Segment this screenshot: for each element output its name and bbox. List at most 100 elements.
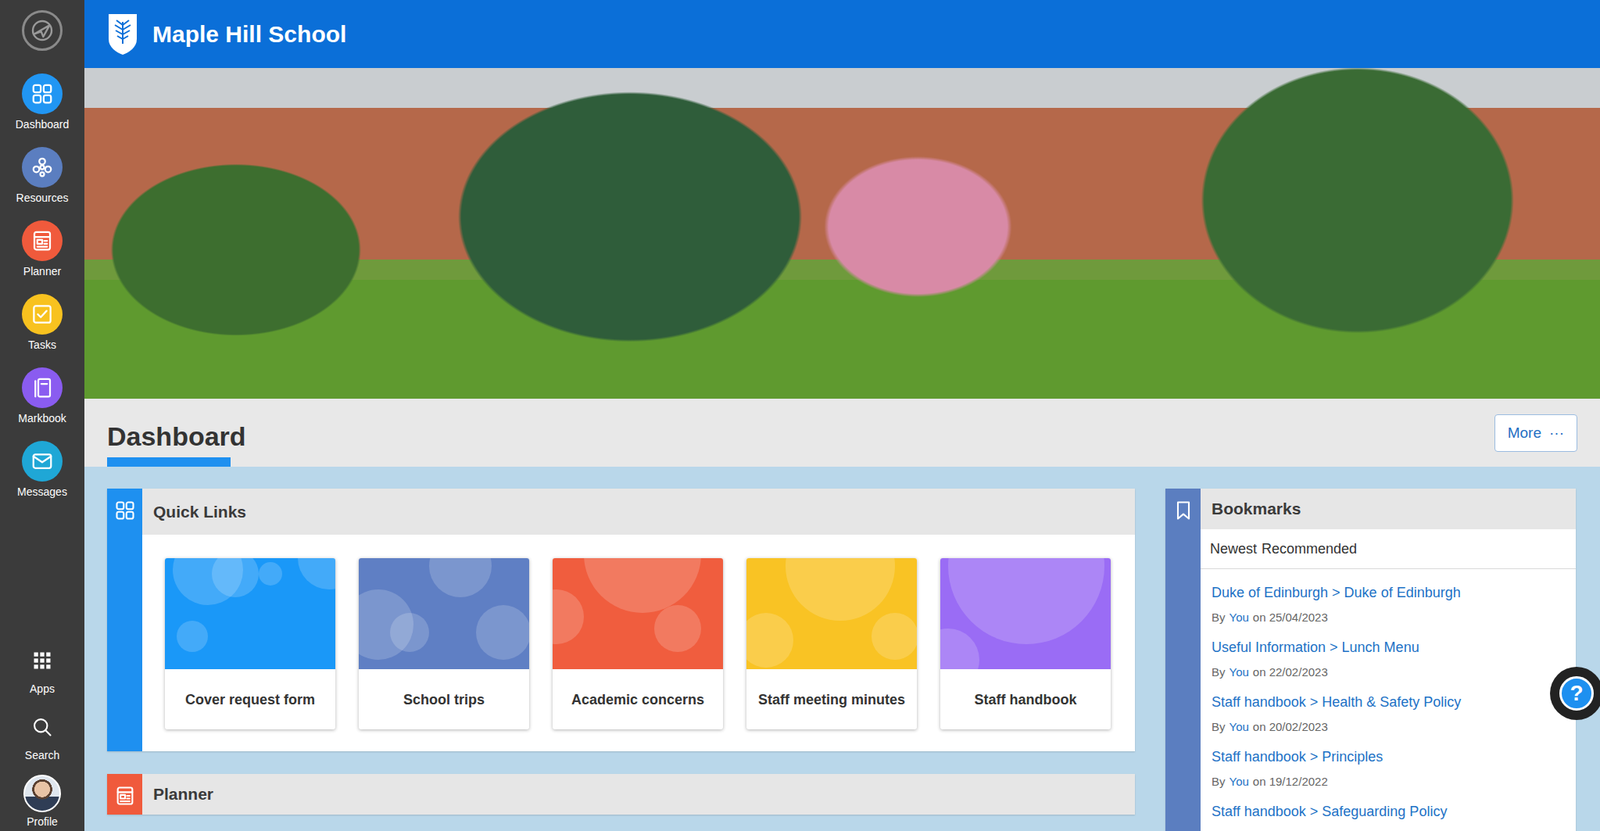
sidebar-item[interactable]: Resources — [16, 146, 69, 205]
panel-stripe — [107, 773, 143, 815]
hero-photo — [84, 68, 1600, 399]
by-label: By — [1211, 718, 1226, 736]
nav-icon-circle — [21, 440, 63, 482]
bubble — [583, 558, 702, 613]
title-underline — [107, 457, 231, 467]
help-icon[interactable]: ? — [1569, 680, 1583, 706]
sidebar-label[interactable]: Tasks — [28, 338, 57, 351]
panel-header: Quick Links — [142, 488, 1135, 535]
card-label[interactable]: School trips — [358, 669, 530, 730]
sidebar-label[interactable]: Messages — [17, 485, 68, 498]
quick-link-card[interactable]: Staff meeting minutes — [746, 558, 917, 730]
bookmark-tabs: NewestRecommended — [1200, 529, 1576, 570]
book-icon — [30, 375, 54, 400]
card-banner — [164, 558, 336, 670]
planner-icon — [30, 229, 54, 253]
bookmark-date: on 19/12/2022 — [1252, 773, 1328, 791]
card-label[interactable]: Staff meeting minutes — [746, 669, 917, 730]
bookmark-link[interactable]: Staff handbook > Health & Safety Policy — [1211, 692, 1565, 712]
sidebar-item[interactable]: Planner — [21, 220, 63, 278]
panel-stripe — [1165, 488, 1201, 831]
bookmark-meta: ByYouon 25/04/2023 — [1211, 608, 1565, 627]
dashboard-content: Quick Links Cover request form School trip… — [84, 466, 1600, 831]
apps-grid-icon — [31, 649, 54, 672]
bookmark-date: on 22/02/2023 — [1252, 663, 1328, 681]
author-link[interactable]: You — [1229, 608, 1250, 627]
panel-body: Bookmarks NewestRecommended Duke of Edinbu… — [1200, 488, 1576, 831]
magnifier-icon — [31, 715, 54, 738]
bookmark-link[interactable]: Duke of Edinburgh > Duke of Edinburgh — [1211, 583, 1565, 602]
bubble — [948, 558, 1105, 645]
bookmark-link[interactable]: Staff handbook > Safeguarding Policy — [1211, 801, 1565, 821]
sidebar-item[interactable]: Search — [21, 708, 63, 762]
app-logo[interactable] — [21, 10, 63, 51]
sidebar-item[interactable]: Profile — [21, 775, 63, 828]
help-button[interactable]: ? — [1549, 666, 1600, 720]
school-shield-icon — [107, 12, 139, 56]
panel-header: Planner — [142, 773, 1135, 815]
sidebar-label[interactable]: Planner — [23, 264, 61, 278]
sidebar-item[interactable]: Markbook — [17, 367, 66, 425]
card-label[interactable]: Academic concerns — [552, 669, 724, 730]
quick-link-card[interactable]: School trips — [358, 558, 530, 730]
sidebar-label[interactable]: Profile — [26, 815, 58, 828]
card-label[interactable]: Staff handbook — [940, 669, 1111, 730]
bubble — [785, 558, 895, 621]
sidebar-item[interactable]: Apps — [21, 642, 63, 695]
card-banner — [746, 558, 917, 670]
card-banner — [552, 558, 724, 670]
panel-title: Bookmarks — [1211, 499, 1301, 519]
bubble — [429, 558, 492, 598]
bookmark-meta: ByYouon 20/02/2023 — [1211, 718, 1565, 736]
sidebar-bottom: Apps Search Profile — [21, 642, 63, 831]
bookmark-item: Duke of Edinburgh > Duke of Edinburgh ByY… — [1211, 583, 1565, 638]
author-link[interactable]: You — [1229, 663, 1250, 681]
bubble — [390, 612, 430, 652]
bubble — [176, 620, 208, 652]
sidebar-item[interactable]: Messages — [17, 440, 68, 498]
author-link[interactable]: You — [1229, 718, 1250, 736]
nav-icon-circle — [21, 367, 63, 409]
bookmark-tab[interactable]: Recommended — [1261, 540, 1357, 558]
sidebar-label[interactable]: Search — [25, 748, 60, 762]
more-label[interactable]: More — [1507, 424, 1542, 442]
more-button[interactable]: More ··· — [1494, 414, 1578, 452]
panel-header: Bookmarks — [1200, 488, 1576, 530]
bubble — [654, 604, 702, 652]
by-label: By — [1211, 773, 1226, 791]
sidebar-bottom-icon — [21, 642, 63, 679]
sidebar-item[interactable]: Tasks — [21, 293, 63, 351]
envelope-icon — [30, 449, 54, 473]
bookmark-tab[interactable]: Newest — [1209, 540, 1257, 558]
bookmark-item: Useful Information > Lunch Menu ByYouon 2… — [1211, 637, 1565, 693]
sidebar-label[interactable]: Dashboard — [15, 118, 70, 131]
sidebar-label[interactable]: Apps — [29, 682, 55, 695]
nav-icon-circle — [21, 73, 63, 115]
sidebar: Dashboard Resources Planner Tasks Markbook Me… — [0, 0, 85, 831]
sidebar-label[interactable]: Markbook — [17, 411, 66, 425]
panel-body: Quick Links Cover request form School trip… — [142, 488, 1135, 752]
resources-icon — [30, 155, 54, 179]
sidebar-label[interactable]: Resources — [16, 191, 69, 205]
bubble — [297, 558, 336, 590]
sidebar-item[interactable]: Dashboard — [15, 73, 70, 131]
by-label: By — [1211, 663, 1226, 681]
bubble — [940, 628, 980, 670]
panel-title: Quick Links — [153, 502, 247, 522]
bubble — [258, 561, 283, 586]
ellipsis-icon[interactable]: ··· — [1549, 424, 1565, 442]
quick-link-card[interactable]: Staff handbook — [940, 558, 1111, 730]
quick-link-card[interactable]: Academic concerns — [552, 558, 724, 730]
by-label: By — [1211, 608, 1226, 627]
nav-icon-circle — [21, 220, 63, 262]
card-label[interactable]: Cover request form — [164, 669, 336, 730]
bookmark-date: on 25/04/2023 — [1252, 608, 1328, 627]
bookmark-link[interactable]: Staff handbook > Principles — [1211, 747, 1565, 766]
quick-link-card[interactable]: Cover request form — [164, 558, 336, 730]
card-banner — [940, 558, 1111, 670]
help-circle[interactable]: ? — [1559, 676, 1594, 711]
bookmark-link[interactable]: Useful Information > Lunch Menu — [1211, 637, 1565, 657]
author-link[interactable]: You — [1229, 773, 1250, 791]
bookmark-meta: ByYouon 22/02/2023 — [1211, 663, 1565, 681]
main-area: Maple Hill SchoolDashboardMore···Quick L… — [84, 0, 1600, 831]
